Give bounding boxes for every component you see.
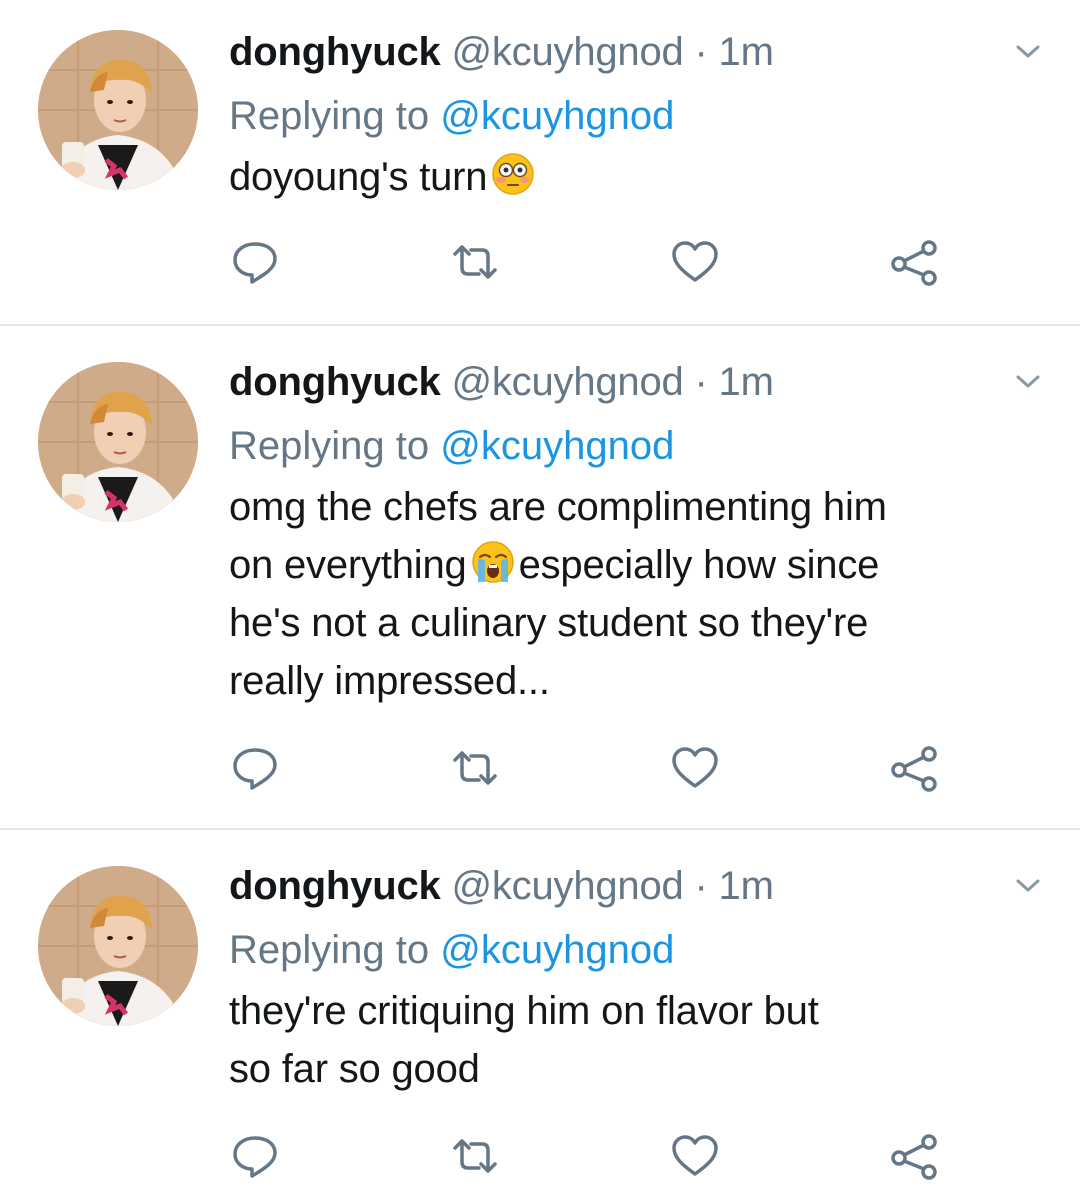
tweet-text-part: they're critiquing him on flavor but so … bbox=[229, 989, 819, 1091]
retweet-icon[interactable] bbox=[449, 1132, 501, 1180]
replying-to-label: Replying to bbox=[229, 94, 430, 138]
tweet-header: donghyuck @kcuyhgnod · 1m bbox=[229, 860, 1019, 912]
tweet-header: donghyuck @kcuyhgnod · 1m bbox=[229, 356, 1019, 408]
tweet-content: donghyuck @kcuyhgnod · 1m Replying to @k… bbox=[229, 26, 1019, 206]
retweet-icon[interactable] bbox=[449, 744, 501, 792]
replying-to-handle[interactable]: @kcuyhgnod bbox=[440, 424, 674, 468]
timestamp[interactable]: 1m bbox=[719, 864, 774, 908]
tweet-actions bbox=[229, 1132, 1009, 1180]
replying-to: Replying to @kcuyhgnod bbox=[229, 924, 1019, 976]
tweet[interactable]: donghyuck @kcuyhgnod · 1m Replying to @k… bbox=[0, 0, 1080, 324]
reply-icon[interactable] bbox=[229, 1132, 281, 1180]
chevron-down-icon[interactable] bbox=[1008, 866, 1048, 906]
reply-icon[interactable] bbox=[229, 744, 281, 792]
tweet[interactable]: donghyuck @kcuyhgnod · 1m Replying to @k… bbox=[0, 830, 1080, 1190]
tweet-actions bbox=[229, 744, 1009, 792]
loudly-crying-face-emoji bbox=[471, 540, 515, 584]
retweet-icon[interactable] bbox=[449, 238, 501, 286]
tweet-actions bbox=[229, 238, 1009, 286]
display-name[interactable]: donghyuck bbox=[229, 30, 441, 74]
flushed-face-emoji bbox=[491, 152, 535, 196]
tweet-content: donghyuck @kcuyhgnod · 1m Replying to @k… bbox=[229, 356, 1019, 710]
share-icon[interactable] bbox=[889, 1132, 941, 1180]
tweet-text-part: doyoung's turn bbox=[229, 155, 488, 199]
tweet-text: omg the chefs are complimenting him on e… bbox=[229, 478, 1019, 710]
share-icon[interactable] bbox=[889, 238, 941, 286]
separator-dot: · bbox=[694, 864, 708, 908]
separator-dot: · bbox=[694, 30, 708, 74]
user-handle[interactable]: @kcuyhgnod bbox=[451, 864, 683, 908]
avatar-image bbox=[38, 362, 198, 522]
avatar[interactable] bbox=[38, 866, 198, 1026]
display-name[interactable]: donghyuck bbox=[229, 864, 441, 908]
tweet-header: donghyuck @kcuyhgnod · 1m bbox=[229, 26, 1019, 78]
replying-to-handle[interactable]: @kcuyhgnod bbox=[440, 928, 674, 972]
tweet-text: they're critiquing him on flavor but so … bbox=[229, 982, 1019, 1098]
avatar-image bbox=[38, 30, 198, 190]
avatar-image bbox=[38, 866, 198, 1026]
timestamp[interactable]: 1m bbox=[719, 360, 774, 404]
user-handle[interactable]: @kcuyhgnod bbox=[451, 360, 683, 404]
avatar[interactable] bbox=[38, 30, 198, 190]
like-icon[interactable] bbox=[669, 1132, 721, 1180]
replying-to: Replying to @kcuyhgnod bbox=[229, 420, 1019, 472]
chevron-down-icon[interactable] bbox=[1008, 32, 1048, 72]
tweet-content: donghyuck @kcuyhgnod · 1m Replying to @k… bbox=[229, 860, 1019, 1098]
tweet-text: doyoung's turn bbox=[229, 148, 1019, 206]
like-icon[interactable] bbox=[669, 238, 721, 286]
replying-to-label: Replying to bbox=[229, 424, 430, 468]
avatar[interactable] bbox=[38, 362, 198, 522]
like-icon[interactable] bbox=[669, 744, 721, 792]
reply-icon[interactable] bbox=[229, 238, 281, 286]
separator-dot: · bbox=[694, 360, 708, 404]
tweet[interactable]: donghyuck @kcuyhgnod · 1m Replying to @k… bbox=[0, 326, 1080, 828]
share-icon[interactable] bbox=[889, 744, 941, 792]
user-handle[interactable]: @kcuyhgnod bbox=[451, 30, 683, 74]
tweet-feed: donghyuck @kcuyhgnod · 1m Replying to @k… bbox=[0, 0, 1080, 1190]
replying-to: Replying to @kcuyhgnod bbox=[229, 90, 1019, 142]
timestamp[interactable]: 1m bbox=[719, 30, 774, 74]
display-name[interactable]: donghyuck bbox=[229, 360, 441, 404]
replying-to-label: Replying to bbox=[229, 928, 430, 972]
replying-to-handle[interactable]: @kcuyhgnod bbox=[440, 94, 674, 138]
chevron-down-icon[interactable] bbox=[1008, 362, 1048, 402]
